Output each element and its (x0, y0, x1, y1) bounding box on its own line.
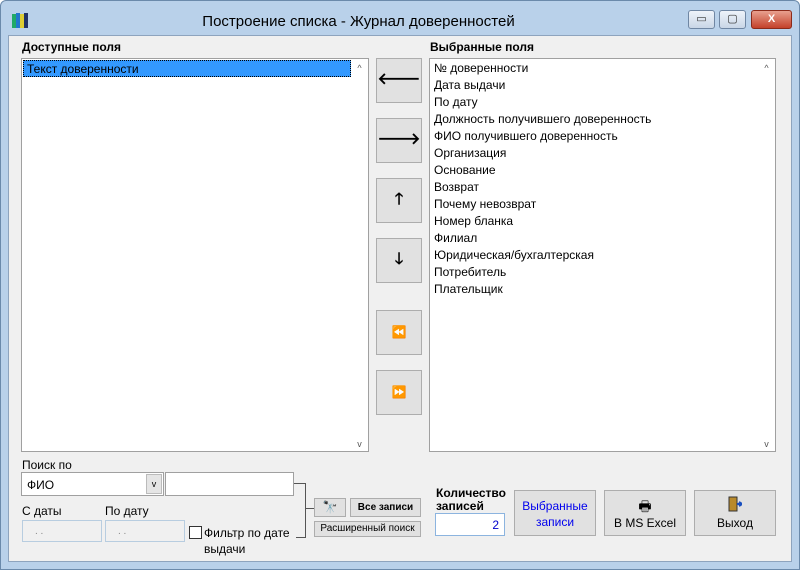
date-filter-label-2: выдачи (204, 542, 246, 556)
advanced-search-button[interactable]: Расширенный поиск (314, 521, 421, 537)
list-item[interactable]: Плательщик (431, 281, 774, 298)
record-count: 2 (435, 513, 505, 536)
move-left-button[interactable]: 🡐 (376, 58, 422, 103)
scroll-up-icon[interactable]: ^ (758, 63, 775, 73)
move-all-right-button[interactable]: ⏩ (376, 370, 422, 415)
search-field-select[interactable]: ФИО v (21, 472, 164, 496)
printer-icon: 🖶 (638, 498, 652, 514)
from-date-label: С даты (22, 504, 62, 518)
exit-button[interactable]: Выход (694, 490, 776, 536)
maximize-button[interactable]: ▢ (719, 10, 746, 29)
move-right-button[interactable]: 🡒 (376, 118, 422, 163)
scrollbar[interactable]: ^ v (758, 59, 775, 451)
date-filter-checkbox[interactable] (189, 526, 202, 539)
to-date-input[interactable]: . . (105, 520, 185, 542)
selected-fields-list[interactable]: № доверенности Дата выдачи По дату Должност… (429, 58, 776, 452)
selected-records-label-1: Выбранные (522, 499, 588, 513)
window-title: Построение списка - Журнал доверенностей (202, 13, 515, 30)
count-label-1: Количество (436, 486, 506, 500)
to-date-label: По дату (105, 504, 149, 518)
count-label-2: записей (436, 499, 484, 513)
chevron-down-icon[interactable]: v (146, 474, 162, 494)
list-item[interactable]: Возврат (431, 179, 774, 196)
scroll-down-icon[interactable]: v (758, 439, 775, 449)
scroll-down-icon[interactable]: v (351, 439, 368, 449)
list-item[interactable]: Должность получившего доверенность (431, 111, 774, 128)
scroll-up-icon[interactable]: ^ (351, 63, 368, 73)
list-item[interactable]: Филиал (431, 230, 774, 247)
scrollbar[interactable]: ^ v (351, 59, 368, 451)
list-item[interactable]: По дату (431, 94, 774, 111)
list-item[interactable]: Организация (431, 145, 774, 162)
binoculars-icon: 🔭 (322, 500, 338, 514)
selected-records-button[interactable]: Выбранные записи (514, 490, 596, 536)
list-item[interactable]: Основание (431, 162, 774, 179)
selected-records-label-2: записи (535, 515, 575, 529)
export-excel-button[interactable]: 🖶 В MS Excel (604, 490, 686, 536)
from-date-input[interactable]: . . (22, 520, 102, 542)
move-down-button[interactable]: 🡓 (376, 238, 422, 283)
list-item[interactable]: Дата выдачи (431, 77, 774, 94)
selected-fields-label: Выбранные поля (430, 40, 534, 54)
close-button[interactable]: X (751, 10, 792, 29)
list-item[interactable]: Почему невозврат (431, 196, 774, 213)
list-item[interactable]: Юридическая/бухгалтерская (431, 247, 774, 264)
list-item[interactable]: ФИО получившего доверенность (431, 128, 774, 145)
date-filter-label-1: Фильтр по дате (204, 526, 290, 540)
move-up-button[interactable]: 🡑 (376, 178, 422, 223)
search-field-value: ФИО (27, 478, 55, 492)
available-fields-label: Доступные поля (22, 40, 122, 54)
move-all-left-button[interactable]: ⏪ (376, 310, 422, 355)
list-item[interactable]: Номер бланка (431, 213, 774, 230)
find-button[interactable]: 🔭 (314, 498, 346, 517)
export-excel-label: В MS Excel (613, 516, 676, 530)
exit-door-icon (695, 496, 775, 516)
exit-label: Выход (717, 516, 753, 530)
search-by-label: Поиск по (22, 458, 72, 472)
list-item[interactable]: Текст доверенности (23, 60, 351, 77)
list-item[interactable]: Потребитель (431, 264, 774, 281)
all-records-button[interactable]: Все записи (350, 498, 421, 517)
available-fields-list[interactable]: Текст доверенности ^ v (21, 58, 369, 452)
search-input[interactable] (165, 472, 294, 496)
minimize-button[interactable]: ▭ (688, 10, 715, 29)
list-item[interactable]: № доверенности (431, 60, 774, 77)
